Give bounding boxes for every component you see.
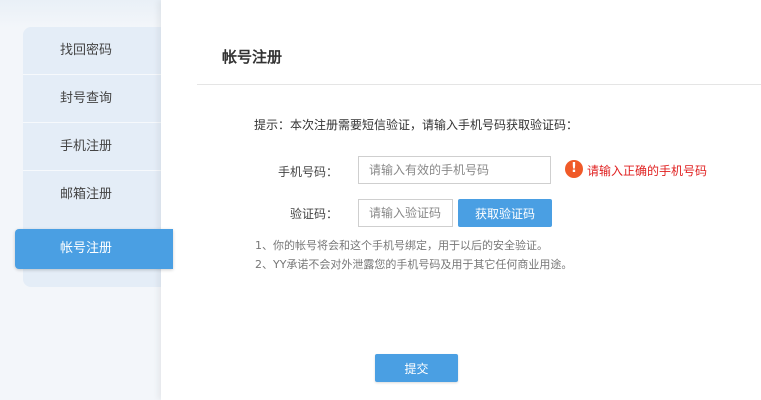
verification-code-input[interactable] [358,199,453,227]
submit-button[interactable]: 提交 [375,354,458,382]
title-divider [197,84,761,85]
note-binding: 1、你的帐号将会和这个手机号绑定，用于以后的安全验证。 [255,239,548,252]
sidebar-item-recover-password[interactable]: 找回密码 [23,27,173,75]
phone-error-message: 请输入正确的手机号码 [587,164,708,178]
error-icon: ! [565,160,583,178]
page-title: 帐号注册 [222,48,283,66]
sms-hint: 提示：本次注册需要短信验证，请输入手机号码获取验证码： [254,118,579,132]
get-code-button[interactable]: 获取验证码 [458,199,552,227]
code-label: 验证码： [289,207,338,221]
phone-input[interactable] [358,156,551,184]
sidebar-item-email-register[interactable]: 邮箱注册 [23,171,173,219]
sidebar-item-account-register[interactable]: 帐号注册 [15,229,173,269]
main-panel: 帐号注册 提示：本次注册需要短信验证，请输入手机号码获取验证码： 手机号码： !… [161,0,761,400]
phone-label: 手机号码： [277,165,338,179]
sidebar-item-phone-register[interactable]: 手机注册 [23,123,173,171]
note-privacy: 2、YY承诺不会对外泄露您的手机号码及用于其它任何商业用途。 [255,258,573,271]
sidebar-item-ban-query[interactable]: 封号查询 [23,75,173,123]
